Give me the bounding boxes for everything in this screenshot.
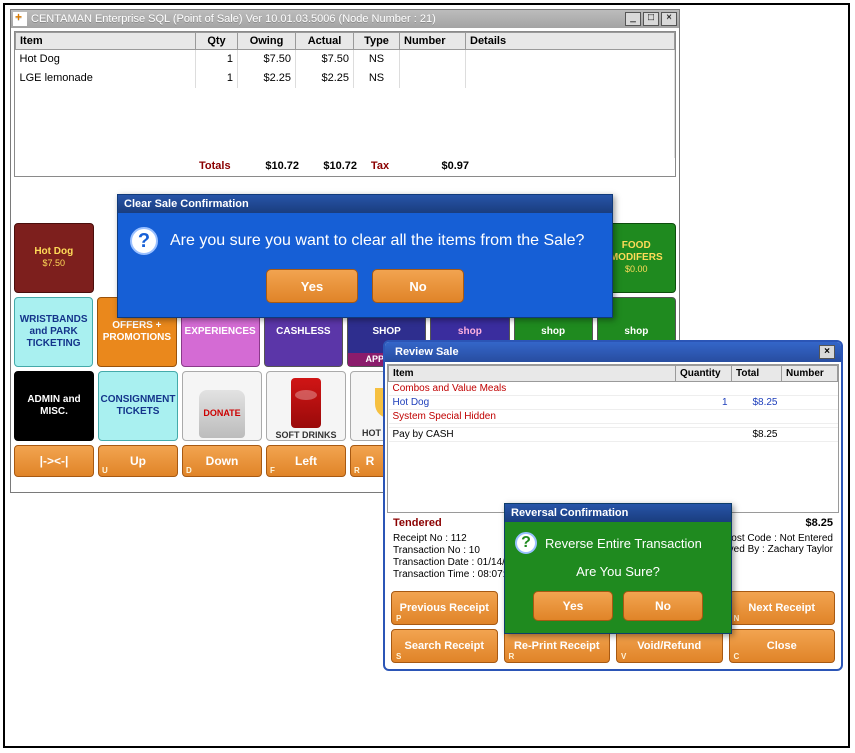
reversal-no-button[interactable]: No	[623, 591, 703, 621]
close-review-button[interactable]: CloseC	[729, 629, 836, 663]
table-header-row: Item Qty Owing Actual Type Number Detail…	[16, 33, 675, 50]
void-refund-button[interactable]: Void/RefundV	[616, 629, 723, 663]
tile-wristbands[interactable]: WRISTBANDS and PARK TICKETING	[14, 297, 93, 367]
col-actual[interactable]: Actual	[296, 33, 354, 50]
maximize-button[interactable]: □	[643, 12, 659, 26]
table-row[interactable]: Pay by CASH $8.25	[389, 428, 838, 442]
donate-icon	[199, 390, 245, 438]
minimize-button[interactable]: _	[625, 12, 641, 26]
review-close-button[interactable]: ×	[819, 345, 835, 359]
clear-yes-button[interactable]: Yes	[266, 269, 358, 303]
col-number[interactable]: Number	[400, 33, 466, 50]
reversal-line2: Are You Sure?	[515, 564, 721, 579]
reversal-title: Reversal Confirmation	[505, 504, 731, 522]
totals-row: Totals $10.72 $10.72 Tax $0.97	[15, 158, 675, 176]
question-icon: ?	[515, 532, 537, 554]
sale-item-table: Item Qty Owing Actual Type Number Detail…	[14, 31, 676, 177]
nav-left[interactable]: LeftF	[266, 445, 346, 477]
rv-col-item[interactable]: Item	[389, 366, 676, 382]
tile-donate[interactable]	[182, 371, 262, 441]
tile-hotdog[interactable]: Hot Dog $7.50	[14, 223, 94, 293]
review-title: Review Sale	[395, 346, 459, 358]
col-owing[interactable]: Owing	[238, 33, 296, 50]
rv-col-qty[interactable]: Quantity	[676, 366, 732, 382]
table-row[interactable]: Hot Dog 1 $7.50 $7.50 NS	[16, 50, 675, 69]
clear-sale-title: Clear Sale Confirmation	[118, 195, 612, 213]
col-type[interactable]: Type	[354, 33, 400, 50]
coke-icon	[291, 378, 321, 428]
col-item[interactable]: Item	[16, 33, 196, 50]
table-row[interactable]: LGE lemonade 1 $2.25 $2.25 NS	[16, 69, 675, 88]
review-titlebar: Review Sale ×	[385, 342, 841, 362]
clear-no-button[interactable]: No	[372, 269, 464, 303]
col-details[interactable]: Details	[466, 33, 675, 50]
reversal-dialog: Reversal Confirmation ? Reverse Entire T…	[504, 503, 732, 634]
pos-title: CENTAMAN Enterprise SQL (Point of Sale) …	[31, 13, 623, 25]
table-row[interactable]: Combos and Value Meals	[389, 382, 838, 396]
search-receipt-button[interactable]: Search ReceiptS	[391, 629, 498, 663]
prev-receipt-button[interactable]: Previous ReceiptP	[391, 591, 498, 625]
nav-down[interactable]: DownD	[182, 445, 262, 477]
review-table: Item Quantity Total Number Combos and Va…	[387, 364, 839, 513]
rv-col-number[interactable]: Number	[782, 366, 838, 382]
reversal-yes-button[interactable]: Yes	[533, 591, 613, 621]
reprint-receipt-button[interactable]: Re-Print ReceiptR	[504, 629, 611, 663]
table-row[interactable]: Hot Dog1 $8.25	[389, 396, 838, 410]
next-receipt-button[interactable]: Next ReceiptN	[729, 591, 836, 625]
nav-swap[interactable]: |-><-|	[14, 445, 94, 477]
reversal-line1: Reverse Entire Transaction	[545, 536, 702, 551]
clear-sale-dialog: Clear Sale Confirmation ? Are you sure y…	[117, 194, 613, 318]
table-row[interactable]: System Special Hidden	[389, 410, 838, 424]
tile-consignment[interactable]: CONSIGNMENT TICKETS	[98, 371, 178, 441]
rv-col-total[interactable]: Total	[732, 366, 782, 382]
close-button[interactable]: ×	[661, 12, 677, 26]
nav-up[interactable]: UpU	[98, 445, 178, 477]
clear-sale-message: Are you sure you want to clear all the i…	[170, 232, 584, 250]
app-icon	[13, 12, 27, 26]
question-icon: ?	[130, 227, 158, 255]
tile-admin[interactable]: ADMIN and MISC.	[14, 371, 94, 441]
tile-soft-drinks[interactable]: SOFT DRINKS	[266, 371, 346, 441]
col-qty[interactable]: Qty	[196, 33, 238, 50]
pos-titlebar: CENTAMAN Enterprise SQL (Point of Sale) …	[11, 10, 679, 28]
